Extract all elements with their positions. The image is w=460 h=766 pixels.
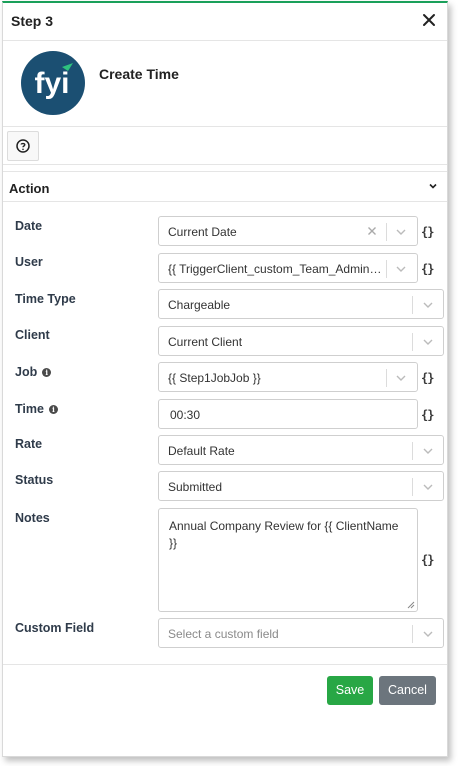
job-label-text: Job [15,365,38,379]
chevron-down-icon [396,229,406,235]
separator [412,625,413,643]
rate-select[interactable]: Default Rate [158,435,444,465]
custom-field-select[interactable]: Select a custom field [158,618,444,648]
time-value: 00:30 [170,408,201,422]
chevron-down-icon [429,183,437,189]
client-select[interactable]: Current Client [158,326,444,356]
status-select[interactable]: Submitted [158,471,444,501]
time-type-value: Chargeable [168,298,231,312]
separator [412,442,413,460]
notes-textarea[interactable]: Annual Company Review for {{ ClientName … [158,508,418,612]
chevron-down-icon [423,484,433,490]
chevron-down-icon [423,339,433,345]
date-select[interactable]: Current Date [158,216,418,246]
date-value: Current Date [168,225,237,239]
svg-text:fyi: fyi [34,67,69,100]
custom-field-label: Custom Field [15,621,95,635]
step-dialog: Step 3 fyi Create Time Action Date Curre… [2,1,448,757]
separator [412,478,413,496]
time-input[interactable]: 00:30 [158,399,418,429]
separator [386,223,387,241]
rate-label: Rate [15,437,43,451]
separator [386,369,387,387]
user-value: {{ TriggerClient_custom_Team_Administrat… [168,262,383,276]
status-label: Status [15,473,54,487]
user-label: User [15,255,43,269]
clear-icon[interactable] [366,225,378,237]
save-button[interactable]: Save [327,676,373,705]
resize-grip-icon[interactable] [407,601,415,609]
date-label: Date [15,219,43,233]
help-row [3,127,447,165]
chevron-down-icon [396,266,406,272]
action-section: Action Date Current Date {} User {{ Trig… [3,171,447,665]
status-value: Submitted [168,480,223,494]
app-title: Create Time [99,66,179,82]
separator [412,333,413,351]
notes-label: Notes [15,511,50,525]
job-label: Job i [15,365,52,379]
dialog-header: Step 3 [3,3,447,41]
insert-variable-icon[interactable]: {} [421,371,437,385]
time-type-select[interactable]: Chargeable [158,289,444,319]
custom-field-placeholder: Select a custom field [168,627,279,641]
info-icon[interactable]: i [42,368,52,377]
time-type-label: Time Type [15,292,76,306]
separator [412,296,413,314]
time-label-text: Time [15,402,44,416]
client-value: Current Client [168,335,243,349]
chevron-down-icon [423,448,433,454]
cancel-button[interactable]: Cancel [379,676,436,705]
close-icon [423,14,435,26]
insert-variable-icon[interactable]: {} [421,553,437,567]
user-select[interactable]: {{ TriggerClient_custom_Team_Administrat… [158,253,418,283]
separator [386,260,387,278]
time-label: Time i [15,402,58,416]
chevron-down-icon [396,375,406,381]
question-circle-icon [16,139,30,153]
job-select[interactable]: {{ Step1JobJob }} [158,362,418,392]
close-button[interactable] [419,10,439,30]
info-icon[interactable]: i [48,405,58,414]
insert-variable-icon[interactable]: {} [421,225,437,239]
action-section-header[interactable]: Action [3,172,447,202]
chevron-down-icon [423,631,433,637]
fyi-logo: fyi [21,51,85,115]
rate-value: Default Rate [168,444,235,458]
job-value: {{ Step1JobJob }} [168,371,261,385]
insert-variable-icon[interactable]: {} [421,262,437,276]
dialog-title: Step 3 [11,13,54,29]
section-title: Action [9,181,50,196]
notes-value: Annual Company Review for {{ ClientName … [169,519,399,550]
chevron-down-icon [423,302,433,308]
help-button[interactable] [7,131,39,161]
app-row: fyi Create Time [3,41,447,127]
insert-variable-icon[interactable]: {} [421,408,437,422]
client-label: Client [15,328,50,342]
